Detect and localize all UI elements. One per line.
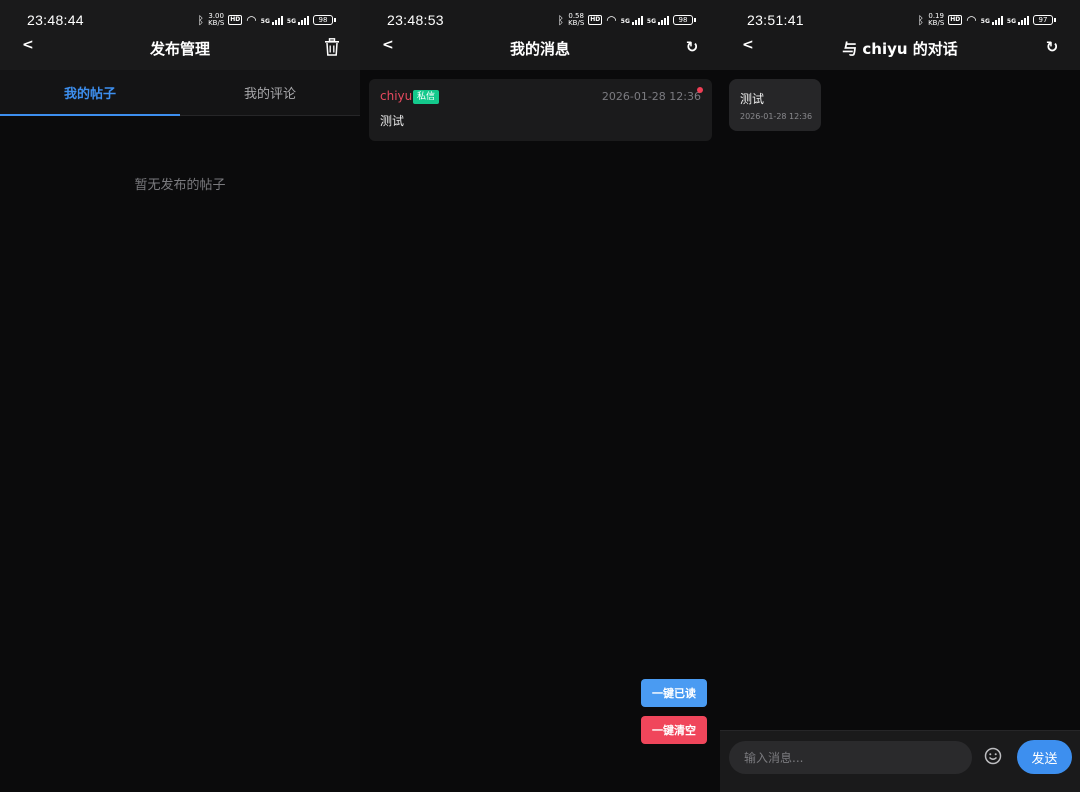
tab-my-posts[interactable]: 我的帖子 [0, 70, 180, 116]
signal-icon: 5G [261, 15, 283, 25]
battery-icon: 98 [673, 15, 696, 25]
page-title: 与 chiyu 的对话 [842, 39, 958, 58]
unread-dot-icon [697, 87, 703, 93]
refresh-icon[interactable]: ↻ [684, 38, 700, 56]
page-title: 我的消息 [509, 39, 570, 58]
status-icons: ᛒ 0.58 KB/S HD ◠ 5G 5G 98 [557, 13, 696, 27]
bluetooth-icon: ᛒ [557, 13, 565, 27]
screen-conversation: 23:51:41 ᛒ 0.19 KB/S HD ◠ 5G 5G 97 < 与 c… [720, 0, 1080, 792]
message-composer: 输入消息... 发送 [720, 730, 1080, 792]
screen-my-messages: 23:48:53 ᛒ 0.58 KB/S HD ◠ 5G 5G 98 < 我的消… [360, 0, 720, 792]
back-button[interactable]: < [742, 37, 754, 53]
network-speed: 3.00 KB/S [208, 12, 225, 27]
bluetooth-icon: ᛒ [197, 13, 205, 27]
empty-state-text: 暂无发布的帖子 [134, 178, 226, 193]
signal-icon-2: 5G [647, 15, 669, 25]
back-button[interactable]: < [382, 37, 394, 53]
chat-bubble-timestamp: 2026-01-28 12:36 [740, 112, 813, 121]
page-title: 发布管理 [149, 39, 210, 58]
bluetooth-icon: ᛒ [917, 13, 925, 27]
tab-bar: 我的帖子 我的评论 [0, 70, 360, 116]
signal-icon-2: 5G [287, 15, 309, 25]
status-icons: ᛒ 0.19 KB/S HD ◠ 5G 5G 97 [917, 13, 1056, 27]
emoji-icon[interactable] [983, 746, 1003, 766]
message-preview: 测试 [380, 114, 405, 128]
chat-bubble: 测试 2026-01-28 12:36 [729, 79, 821, 131]
battery-icon: 97 [1033, 15, 1056, 25]
chat-bubble-text: 测试 [740, 92, 765, 106]
back-button[interactable]: < [22, 37, 34, 53]
signal-icon-2: 5G [1007, 15, 1029, 25]
hd-badge: HD [948, 15, 963, 25]
trash-icon[interactable] [324, 38, 340, 56]
message-input[interactable]: 输入消息... [729, 741, 972, 774]
wifi-icon: ◠ [966, 13, 977, 27]
status-icons: ᛒ 3.00 KB/S HD ◠ 5G 5G 98 [197, 13, 336, 27]
hd-badge: HD [228, 15, 243, 25]
wifi-icon: ◠ [606, 13, 617, 27]
message-sender: chiyu [380, 89, 413, 103]
wifi-icon: ◠ [246, 13, 257, 27]
app-header: < 发布管理 [0, 30, 360, 66]
mark-all-read-button[interactable]: 一键已读 [641, 679, 707, 707]
send-button[interactable]: 发送 [1017, 740, 1072, 774]
message-list-item[interactable]: chiyu 私信 2026-01-28 12:36 测试 [369, 79, 712, 141]
status-time: 23:51:41 [747, 12, 804, 28]
tab-my-comments[interactable]: 我的评论 [180, 70, 360, 115]
screen-post-management: 23:48:44 ᛒ 3.00 KB/S HD ◠ 5G 5G 98 < 发布管… [0, 0, 360, 792]
clear-all-button[interactable]: 一键清空 [641, 716, 707, 744]
signal-icon: 5G [621, 15, 643, 25]
app-header: < 与 chiyu 的对话 ↻ [720, 30, 1080, 66]
status-time: 23:48:53 [387, 12, 444, 28]
app-header: < 我的消息 ↻ [360, 30, 720, 66]
message-type-badge: 私信 [413, 90, 440, 104]
message-timestamp: 2026-01-28 12:36 [601, 90, 701, 103]
status-time: 23:48:44 [27, 12, 84, 28]
network-speed: 0.58 KB/S [568, 12, 585, 27]
refresh-icon[interactable]: ↻ [1044, 38, 1060, 56]
signal-icon: 5G [981, 15, 1003, 25]
hd-badge: HD [588, 15, 603, 25]
network-speed: 0.19 KB/S [928, 12, 945, 27]
battery-icon: 98 [313, 15, 336, 25]
